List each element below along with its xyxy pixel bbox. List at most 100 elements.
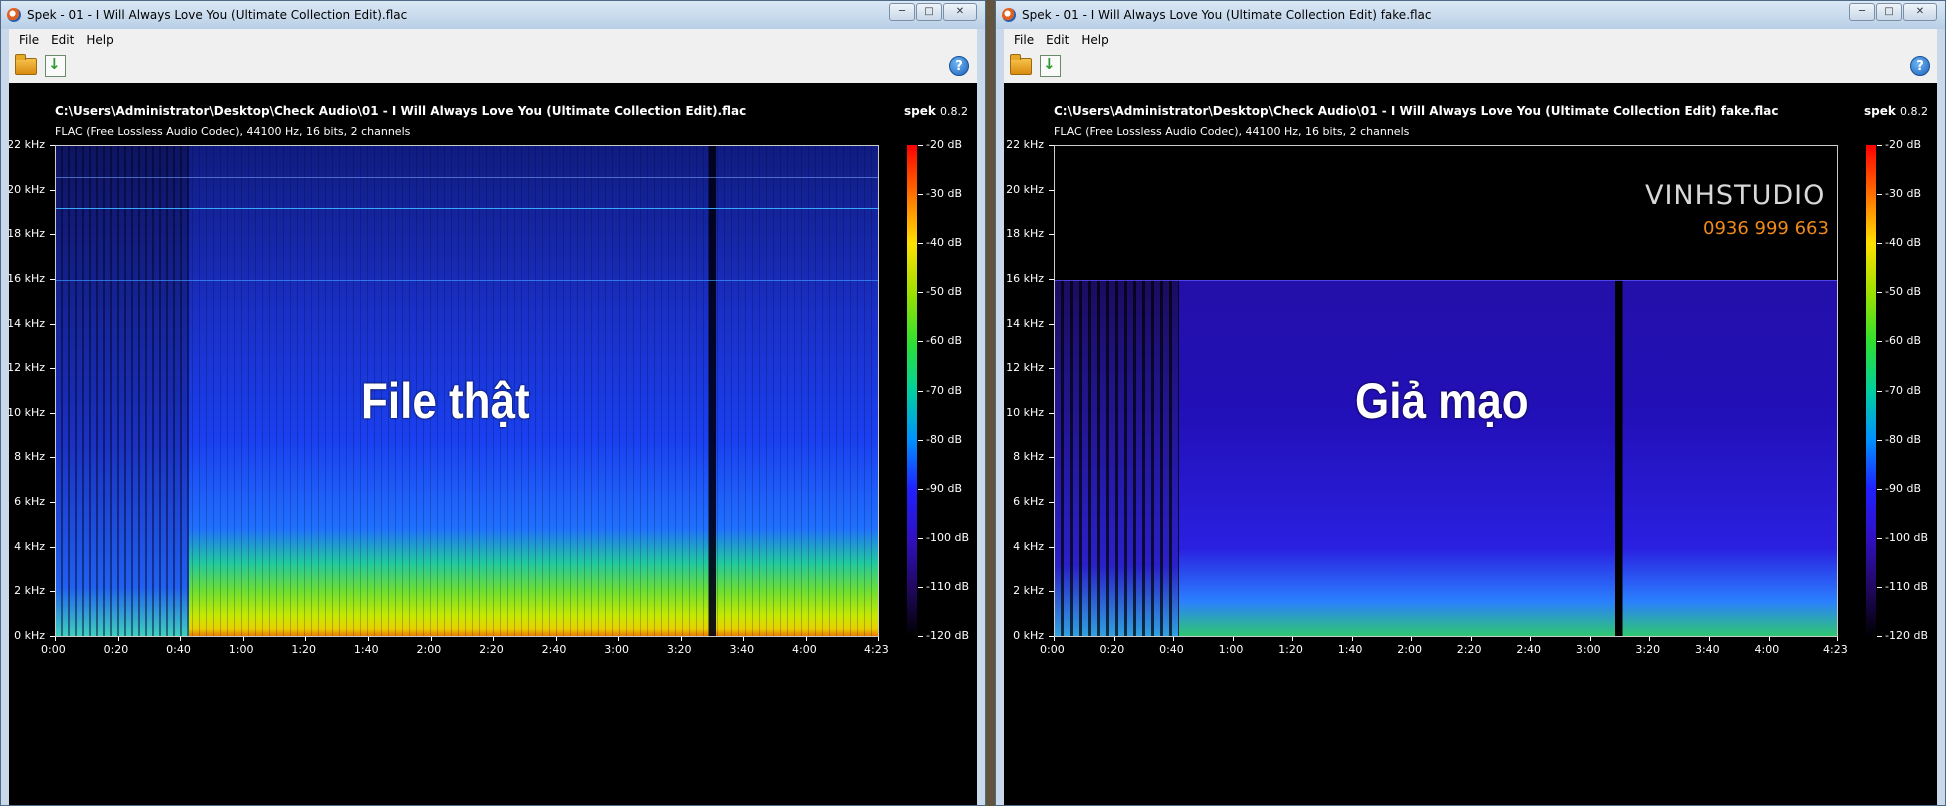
- maximize-button[interactable]: □: [916, 3, 942, 21]
- x-tick-label: 2:40: [1516, 643, 1542, 656]
- x-tick: [55, 637, 56, 641]
- file-info: FLAC (Free Lossless Audio Codec), 44100 …: [1054, 125, 1410, 138]
- x-tick-label: 4:00: [1754, 643, 1780, 656]
- x-tick: [1837, 637, 1838, 641]
- spek-brand-name: spek: [904, 104, 936, 118]
- menu-file[interactable]: File: [13, 33, 45, 47]
- x-tick: [1292, 637, 1294, 641]
- title-bar[interactable]: Spek - 01 - I Will Always Love You (Ulti…: [996, 1, 1945, 29]
- db-tick: [1877, 292, 1882, 294]
- help-icon[interactable]: ?: [949, 56, 969, 76]
- spek-app-icon: [7, 8, 21, 22]
- y-tick: [1049, 502, 1054, 504]
- maximize-button[interactable]: □: [1876, 3, 1902, 21]
- db-tick-label: -80 dB: [1885, 432, 1921, 446]
- y-tick: [1049, 368, 1054, 370]
- y-tick: [50, 145, 55, 146]
- title-bar[interactable]: Spek - 01 - I Will Always Love You (Ulti…: [1, 1, 985, 29]
- y-tick-label: 14 kHz: [1006, 316, 1044, 330]
- y-tick-label: 6 kHz: [14, 495, 45, 509]
- spek-window-original: Spek - 01 - I Will Always Love You (Ulti…: [0, 0, 986, 806]
- y-tick-label: 16 kHz: [9, 271, 45, 285]
- db-tick: [1877, 537, 1882, 539]
- menu-bar: File Edit Help: [9, 29, 977, 51]
- x-tick-label: 0:20: [103, 643, 129, 656]
- y-tick: [50, 457, 55, 459]
- window-title: Spek - 01 - I Will Always Love You (Ulti…: [27, 8, 408, 22]
- y-tick-label: 8 kHz: [14, 450, 45, 464]
- db-tick-label: -30 dB: [926, 187, 962, 201]
- y-tick: [50, 189, 55, 191]
- spek-app-icon: [1002, 8, 1016, 22]
- menu-edit[interactable]: Edit: [45, 33, 80, 47]
- x-tick-label: 3:20: [666, 643, 692, 656]
- x-tick-label: 2:20: [1456, 643, 1482, 656]
- y-tick-label: 4 kHz: [14, 539, 45, 553]
- folder-open-icon[interactable]: [1010, 54, 1032, 75]
- toolbar: ?: [1004, 51, 1937, 83]
- x-tick: [1470, 637, 1472, 641]
- y-tick-label: 10 kHz: [9, 405, 45, 419]
- x-tick: [242, 637, 244, 641]
- db-tick: [1877, 243, 1882, 245]
- db-tick: [918, 488, 923, 490]
- x-tick: [305, 637, 307, 641]
- minimize-button[interactable]: ─: [889, 3, 915, 21]
- x-tick-label: 1:00: [1218, 643, 1244, 656]
- menu-help[interactable]: Help: [1075, 33, 1114, 47]
- y-tick-label: 18 kHz: [1006, 227, 1044, 241]
- y-tick-label: 12 kHz: [1006, 361, 1044, 375]
- y-tick: [50, 412, 55, 414]
- y-tick-label: 8 kHz: [1013, 450, 1044, 464]
- x-tick: [1173, 637, 1175, 641]
- x-tick-label: 1:00: [228, 643, 254, 656]
- x-tick-label: 0:40: [1159, 643, 1184, 656]
- menu-edit[interactable]: Edit: [1040, 33, 1075, 47]
- y-tick-label: 20 kHz: [9, 182, 45, 196]
- db-tick: [1877, 390, 1882, 392]
- menu-help[interactable]: Help: [80, 33, 119, 47]
- y-tick: [50, 234, 55, 236]
- db-tick: [1877, 488, 1882, 490]
- save-icon[interactable]: [45, 55, 66, 77]
- x-tick: [180, 637, 182, 641]
- db-tick: [1877, 145, 1882, 146]
- y-tick-label: 2 kHz: [1013, 584, 1044, 598]
- x-tick-label: 1:40: [1337, 643, 1363, 656]
- minimize-button[interactable]: ─: [1849, 3, 1875, 21]
- x-tick: [555, 637, 557, 641]
- harmonic-line: [56, 177, 878, 179]
- y-tick: [50, 368, 55, 370]
- db-tick: [918, 145, 923, 146]
- window-client: File Edit Help ? C:\Users\Administrator\…: [9, 29, 977, 805]
- y-tick: [50, 546, 55, 548]
- db-tick: [918, 341, 923, 343]
- db-tick-label: -50 dB: [926, 285, 962, 299]
- db-tick-label: -20 dB: [926, 138, 962, 151]
- x-tick-label: 2:00: [416, 643, 442, 656]
- x-tick-label: 4:23: [1823, 643, 1848, 656]
- db-tick: [918, 243, 923, 245]
- db-tick-label: -40 dB: [926, 236, 962, 250]
- y-tick-label: 0 kHz: [14, 629, 45, 642]
- close-button[interactable]: ✕: [1903, 3, 1937, 21]
- x-tick-label: 3:00: [604, 643, 629, 656]
- close-button[interactable]: ✕: [943, 3, 977, 21]
- y-tick: [50, 591, 55, 593]
- db-tick: [1877, 636, 1882, 637]
- help-icon[interactable]: ?: [1910, 56, 1930, 76]
- db-tick-label: -90 dB: [926, 481, 962, 495]
- spek-version: 0.8.2: [1900, 105, 1929, 118]
- overlay-label: File thật: [361, 373, 530, 429]
- x-tick-label: 3:20: [1635, 643, 1661, 656]
- x-tick: [1411, 637, 1413, 641]
- save-icon[interactable]: [1040, 55, 1061, 77]
- x-tick: [117, 637, 119, 641]
- x-tick: [430, 637, 432, 641]
- folder-open-icon[interactable]: [15, 54, 37, 75]
- menu-file[interactable]: File: [1008, 33, 1040, 47]
- x-tick-label: 2:00: [1397, 643, 1422, 656]
- x-tick: [680, 637, 682, 641]
- x-tick: [1351, 637, 1353, 641]
- spek-version: 0.8.2: [940, 105, 969, 118]
